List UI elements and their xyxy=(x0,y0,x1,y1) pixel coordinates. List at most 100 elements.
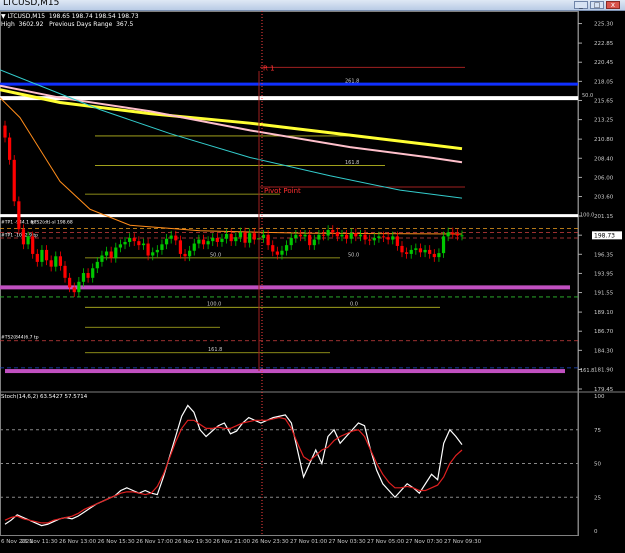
candle-body xyxy=(275,251,279,255)
candle-body xyxy=(308,234,312,246)
candle-body xyxy=(54,256,58,267)
chart-canvas[interactable]: 225.30 222.85 220.45 218.05 215.65 213.25 210.… xyxy=(0,11,625,549)
candle-body xyxy=(178,240,183,254)
candle-body xyxy=(164,238,169,245)
close-button[interactable]: x xyxy=(606,1,620,9)
time-axis-label: 27 Nov 07:30 xyxy=(406,539,444,545)
price-tick-label: 220.45 xyxy=(594,60,614,66)
time-axis-label: 26 Nov 13:00 xyxy=(59,539,97,545)
candle-body xyxy=(354,233,358,237)
chart-window[interactable]: 225.30 222.85 220.45 218.05 215.65 213.25 210.… xyxy=(0,11,625,549)
fib-1618-bottom-label: 161.8 xyxy=(208,347,222,353)
candle-body xyxy=(303,234,307,237)
price-tick-label: 179.45 xyxy=(594,387,614,393)
fib-0-label: 0.0 xyxy=(350,302,358,308)
candle-body xyxy=(349,233,353,239)
fib-50-mid-label: 50.0 xyxy=(348,252,359,258)
candle-body xyxy=(317,234,321,240)
candle-body xyxy=(26,236,30,245)
range-info: High 3602.92 Previous Days Range 367.5 xyxy=(1,21,134,28)
candle-body xyxy=(224,233,229,239)
r1-label: R 1 xyxy=(263,64,275,72)
candle-body xyxy=(44,249,49,261)
candle-body xyxy=(289,237,293,246)
candle-body xyxy=(114,247,118,258)
candle-body xyxy=(215,237,219,242)
candle-body xyxy=(63,265,67,278)
candle-body xyxy=(326,229,330,236)
candle-body xyxy=(141,243,146,246)
candle-body xyxy=(35,253,39,262)
candle-body xyxy=(372,237,376,241)
trade-label-4: #TS2(844)6.7 tp xyxy=(1,334,39,340)
fib-2618-label: 261.8 xyxy=(345,79,359,85)
time-axis-label: 26 Nov 15:30 xyxy=(98,539,136,545)
candle-body xyxy=(188,250,192,257)
maximize-button[interactable]: □ xyxy=(590,1,604,9)
candle-body xyxy=(395,236,399,246)
minimize-button[interactable]: _ xyxy=(574,1,588,9)
price-tick-label: 203.60 xyxy=(594,195,614,201)
magenta-support-band xyxy=(0,285,570,290)
candle-body xyxy=(284,245,289,251)
symbol-info: ▼ LTCUSD,M15 198.65 198.74 198.54 198.73 xyxy=(1,13,139,20)
stoch-tick-label: 0 xyxy=(594,529,598,535)
candle-body xyxy=(12,159,16,202)
price-tick-label: 196.35 xyxy=(594,252,614,258)
price-tick-label: 218.05 xyxy=(594,79,614,85)
price-tick-label: 191.55 xyxy=(594,291,614,297)
candle-body xyxy=(294,234,298,238)
time-axis-label: 26 Nov 21:00 xyxy=(213,539,251,545)
candle-body xyxy=(437,253,441,258)
candle-body xyxy=(169,235,173,239)
price-tick-label: 222.85 xyxy=(594,41,614,47)
trade-label-3: #TS2(dt)-sl 198.68 xyxy=(30,220,73,226)
candle-body xyxy=(344,234,349,239)
candle-body xyxy=(234,237,238,242)
stoch-tick-label: 50 xyxy=(594,462,601,468)
candle-body xyxy=(243,232,247,243)
candle-body xyxy=(68,277,72,288)
candle-body xyxy=(432,253,436,258)
cyan-ma-line xyxy=(0,69,463,199)
candle-body xyxy=(58,256,62,266)
candle-body xyxy=(441,236,446,254)
candle-body xyxy=(104,251,109,256)
stoch-signal-line xyxy=(4,416,463,524)
fib-50-right-label: 50.0 xyxy=(582,93,593,99)
candle-body xyxy=(155,249,159,253)
fib-1618-right-label: 161.8 xyxy=(580,368,594,374)
price-tick-label: 184.30 xyxy=(594,348,614,354)
candle-body xyxy=(109,251,113,258)
price-tick-label: 215.65 xyxy=(594,98,614,104)
candle-body xyxy=(211,237,215,242)
candle-body xyxy=(312,239,316,246)
candle-body xyxy=(248,233,252,243)
time-axis-label: 26 Nov 19:30 xyxy=(175,539,213,545)
candle-body xyxy=(183,253,187,257)
candle-body xyxy=(266,234,270,246)
price-tick-label: 208.40 xyxy=(594,156,614,162)
price-tick-label: 210.80 xyxy=(594,137,614,143)
candle-body xyxy=(386,237,390,240)
price-tick-label: 201.15 xyxy=(594,214,614,220)
candle-body xyxy=(368,239,372,241)
candle-body xyxy=(298,234,303,237)
candle-body xyxy=(238,232,243,238)
candle-body xyxy=(197,239,201,244)
candle-body xyxy=(201,239,206,245)
candle-body xyxy=(49,260,53,267)
price-tick-label: 213.25 xyxy=(594,118,614,124)
candle-body xyxy=(8,137,12,160)
candle-body xyxy=(151,252,155,256)
magenta-support-band-2 xyxy=(5,369,565,374)
fib-50-left-label: 50.0 xyxy=(210,252,221,258)
candle-body xyxy=(128,237,132,242)
candle-body xyxy=(160,244,164,250)
candle-body xyxy=(252,233,256,240)
time-axis-label: 27 Nov 03:30 xyxy=(329,539,367,545)
time-axis-label: 27 Nov 01:00 xyxy=(290,539,328,545)
candle-body xyxy=(91,268,95,278)
candle-body xyxy=(229,233,233,242)
price-tick-label: 193.95 xyxy=(594,271,614,277)
